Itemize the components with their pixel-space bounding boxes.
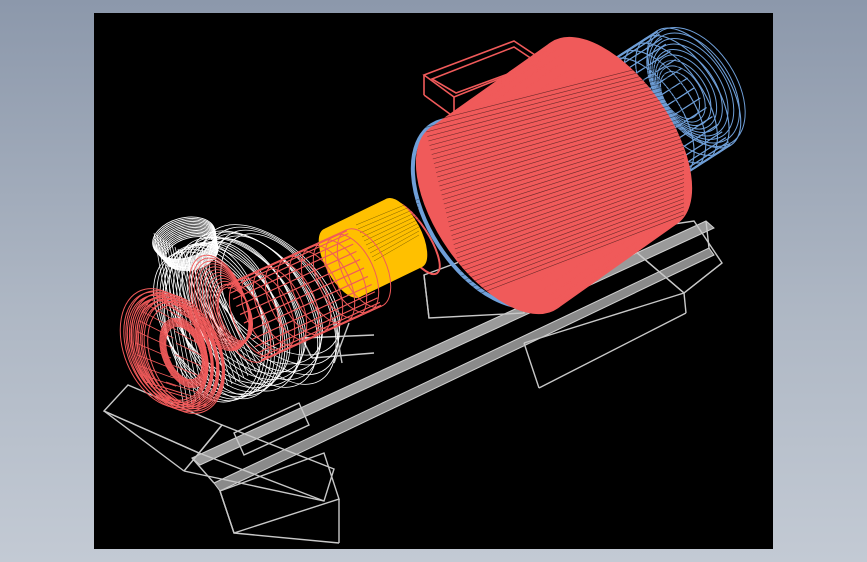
wireframe-model — [102, 27, 746, 544]
cad-viewport[interactable] — [94, 13, 773, 549]
